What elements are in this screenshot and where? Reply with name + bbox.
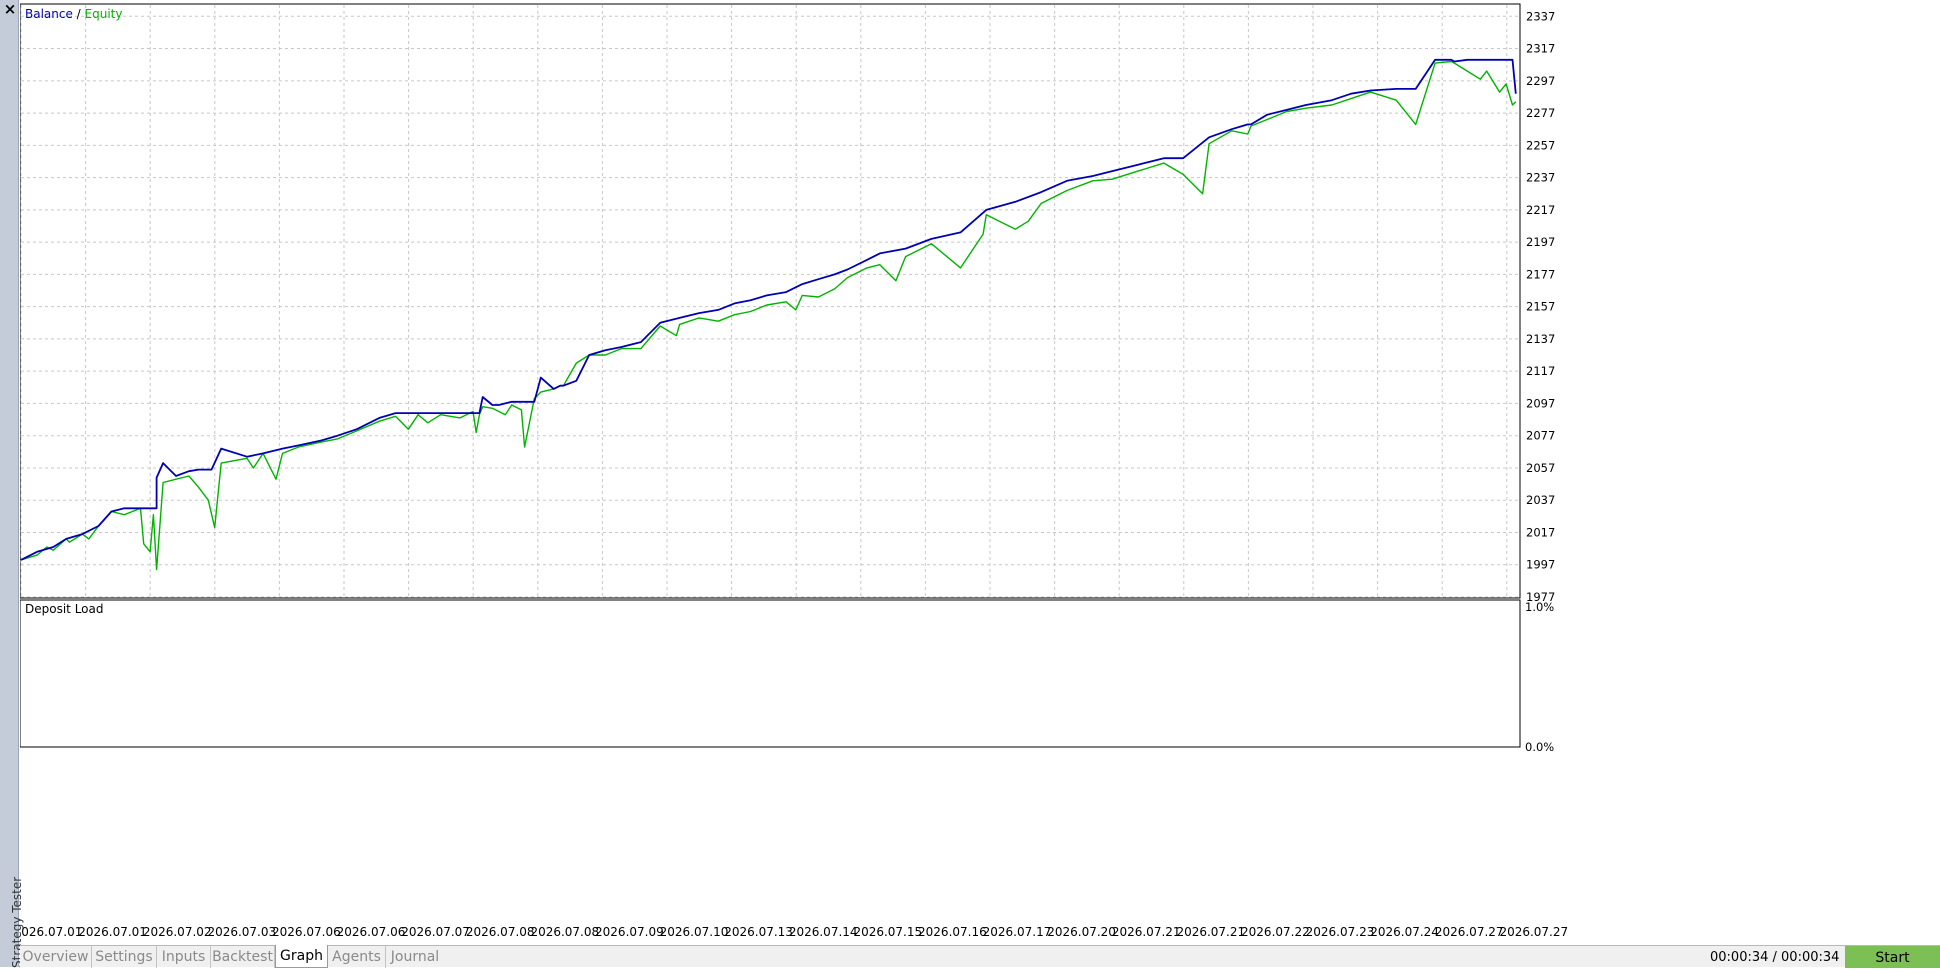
deposit-load-title: Deposit Load	[25, 602, 103, 616]
x-tick-label: 2026.07.16	[918, 925, 987, 939]
bottom-toolbar: Overview Settings Inputs Backtest Graph …	[20, 945, 1940, 968]
x-tick-label: 2026.07.15	[853, 925, 922, 939]
balance-equity-plot-frame	[20, 3, 1521, 599]
y-tick-label: 2177	[1526, 267, 1555, 281]
x-tick-label: 2026.07.01	[20, 925, 82, 939]
deposit-load-tick-max: 1.0%	[1525, 600, 1554, 614]
tab-agents[interactable]: Agents	[328, 946, 386, 968]
tab-settings[interactable]: Settings	[92, 946, 157, 968]
x-tick-label: 2026.07.08	[466, 925, 535, 939]
x-tick-label: 2026.07.10	[660, 925, 729, 939]
y-tick-label: 2037	[1526, 493, 1555, 507]
y-tick-label: 2277	[1526, 106, 1555, 120]
tab-overview[interactable]: Overview	[20, 946, 92, 968]
legend-equity: Equity	[85, 7, 123, 21]
start-button[interactable]: Start	[1845, 946, 1940, 968]
deposit-load-tick-min: 0.0%	[1525, 740, 1554, 754]
y-tick-label: 2217	[1526, 203, 1555, 217]
y-tick-label: 2157	[1526, 300, 1555, 314]
y-tick-label: 2297	[1526, 74, 1555, 88]
deposit-load-plot-frame	[20, 599, 1521, 748]
y-tick-label: 2097	[1526, 396, 1555, 410]
x-tick-label: 2026.07.21	[1112, 925, 1181, 939]
y-tick-label: 2337	[1526, 9, 1555, 23]
x-tick-label: 2026.07.02	[143, 925, 212, 939]
chart-legend: Balance / Equity	[25, 7, 122, 21]
x-tick-label: 2026.07.06	[337, 925, 406, 939]
x-tick-label: 2026.07.07	[401, 925, 470, 939]
x-tick-label: 2026.07.21	[1176, 925, 1245, 939]
x-tick-label: 2026.07.27	[1499, 925, 1568, 939]
x-tick-label: 2026.07.23	[1306, 925, 1375, 939]
x-tick-label: 2026.07.06	[272, 925, 341, 939]
y-tick-label: 2017	[1526, 525, 1555, 539]
time-axis: 2026.07.012026.07.012026.07.022026.07.03…	[20, 925, 1568, 939]
x-tick-label: 2026.07.09	[595, 925, 664, 939]
x-tick-label: 2026.07.17	[983, 925, 1052, 939]
strategy-tester-side-panel: × Strategy Tester	[0, 0, 24, 968]
x-tick-label: 2026.07.08	[530, 925, 599, 939]
tab-backtest[interactable]: Backtest	[211, 946, 275, 968]
y-tick-label: 2237	[1526, 171, 1555, 185]
y-tick-label: 2257	[1526, 138, 1555, 152]
tab-graph[interactable]: Graph	[275, 945, 328, 968]
x-tick-label: 2026.07.20	[1047, 925, 1116, 939]
elapsed-timer: 00:00:34 / 00:00:34	[1710, 950, 1840, 965]
y-tick-label: 2117	[1526, 364, 1555, 378]
y-tick-label: 2077	[1526, 429, 1555, 443]
y-tick-label: 2137	[1526, 332, 1555, 346]
y-tick-label: 1997	[1526, 558, 1555, 572]
legend-balance: Balance	[25, 7, 73, 21]
tab-inputs[interactable]: Inputs	[157, 946, 211, 968]
tester-graph-area: 1977199720172037205720772097211721372157…	[20, 3, 1568, 939]
x-tick-label: 2026.07.22	[1241, 925, 1310, 939]
y-tick-label: 2197	[1526, 235, 1555, 249]
x-tick-label: 2026.07.24	[1370, 925, 1439, 939]
x-tick-label: 2026.07.14	[789, 925, 858, 939]
close-icon[interactable]: ×	[3, 2, 17, 17]
x-tick-label: 2026.07.03	[207, 925, 276, 939]
x-tick-label: 2026.07.01	[78, 925, 147, 939]
y-tick-label: 2317	[1526, 42, 1555, 56]
legend-separator: /	[73, 7, 85, 21]
main-y-axis: 1977199720172037205720772097211721372157…	[1526, 9, 1555, 604]
y-tick-label: 2057	[1526, 461, 1555, 475]
tab-journal[interactable]: Journal	[386, 946, 444, 968]
x-tick-label: 2026.07.13	[724, 925, 793, 939]
x-tick-label: 2026.07.27	[1435, 925, 1504, 939]
